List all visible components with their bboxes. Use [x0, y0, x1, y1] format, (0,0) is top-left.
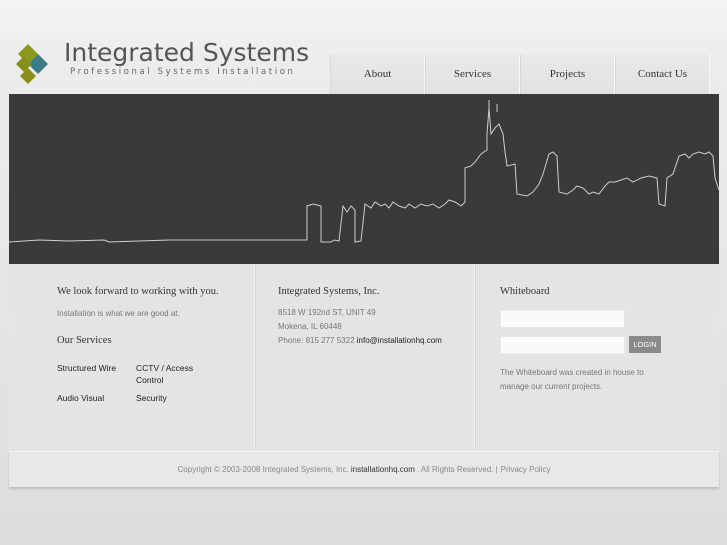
whiteboard-heading: Whiteboard: [500, 286, 550, 297]
phone-number: Phone: 815 277 5322: [278, 336, 355, 345]
col-whiteboard: Whiteboard LOGIN The Whiteboard was crea…: [475, 264, 719, 451]
rights-text: . All Rights Reserved. |: [416, 465, 498, 474]
service-audio-visual[interactable]: Audio Visual: [57, 392, 127, 404]
login-button[interactable]: LOGIN: [629, 336, 661, 353]
site-link[interactable]: installationhq.com: [351, 465, 415, 474]
copyright-text: Copyright © 2003-2008 Integrated Systems…: [177, 465, 349, 474]
logo[interactable]: Integrated Systems Professional Systems …: [14, 38, 314, 88]
address-line-2: Mokena, IL 60448: [278, 322, 342, 331]
logo-title: Integrated Systems: [64, 38, 310, 67]
services-heading: Our Services: [57, 335, 112, 346]
col-welcome: We look forward to working with you. Ins…: [9, 264, 255, 451]
company-name: Integrated Systems, Inc.: [278, 286, 380, 297]
logo-subtitle: Professional Systems Installation: [70, 67, 296, 77]
hero-skyline: [9, 94, 719, 264]
username-input[interactable]: [500, 310, 625, 328]
content-area: We look forward to working with you. Ins…: [9, 264, 719, 451]
service-structured-wire[interactable]: Structured Wire: [57, 362, 127, 374]
nav-item-services[interactable]: Services: [425, 54, 520, 94]
phone-email-line: Phone: 815 277 5322 info@installationhq.…: [278, 334, 442, 348]
whiteboard-description: The Whiteboard was created in house to m…: [500, 368, 644, 391]
address-line-1: 8518 W 192nd ST, UNIT 49: [278, 308, 376, 317]
logo-diamond-icon: [16, 44, 48, 84]
nav-item-projects[interactable]: Projects: [520, 54, 615, 94]
welcome-heading: We look forward to working with you.: [57, 286, 219, 297]
col-contact: Integrated Systems, Inc. 8518 W 192nd ST…: [255, 264, 475, 451]
tagline: Installation is what we are good at.: [57, 309, 180, 318]
main-nav: About Services Projects Contact Us: [330, 54, 710, 94]
email-link[interactable]: info@installationhq.com: [357, 336, 442, 345]
skyline-illustration: [9, 100, 719, 243]
service-security[interactable]: Security: [136, 392, 208, 404]
nav-item-about[interactable]: About: [330, 54, 425, 94]
service-cctv-access-control[interactable]: CCTV / Access Control: [136, 362, 208, 386]
nav-item-contact-us[interactable]: Contact Us: [615, 54, 710, 94]
password-input[interactable]: [500, 336, 625, 354]
footer: Copyright © 2003-2008 Integrated Systems…: [9, 451, 719, 487]
privacy-policy-link[interactable]: Privacy Policy: [501, 465, 551, 474]
